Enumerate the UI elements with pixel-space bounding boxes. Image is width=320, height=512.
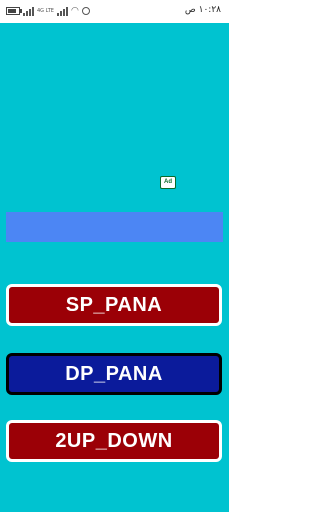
wifi-icon: ◠	[70, 6, 79, 16]
ad-banner[interactable]	[6, 212, 223, 242]
main-screen: Ad SP_PANA DP_PANA 2UP_DOWN	[0, 23, 229, 512]
dp-pana-button[interactable]: DP_PANA	[6, 353, 222, 395]
sp-pana-button[interactable]: SP_PANA	[6, 284, 222, 326]
alarm-icon	[81, 7, 90, 15]
status-time: ١٠:٢٨ ص	[184, 5, 221, 15]
network-type-label: 4G LTE	[37, 7, 54, 14]
ad-badge[interactable]: Ad	[160, 176, 176, 189]
status-icons: 4G LTE ◠	[6, 6, 90, 16]
signal-icon-2	[56, 6, 68, 16]
battery-icon	[6, 7, 22, 15]
signal-icon	[23, 6, 34, 16]
status-bar: 4G LTE ◠ ١٠:٢٨ ص	[0, 0, 229, 23]
2up-down-button[interactable]: 2UP_DOWN	[6, 420, 222, 462]
